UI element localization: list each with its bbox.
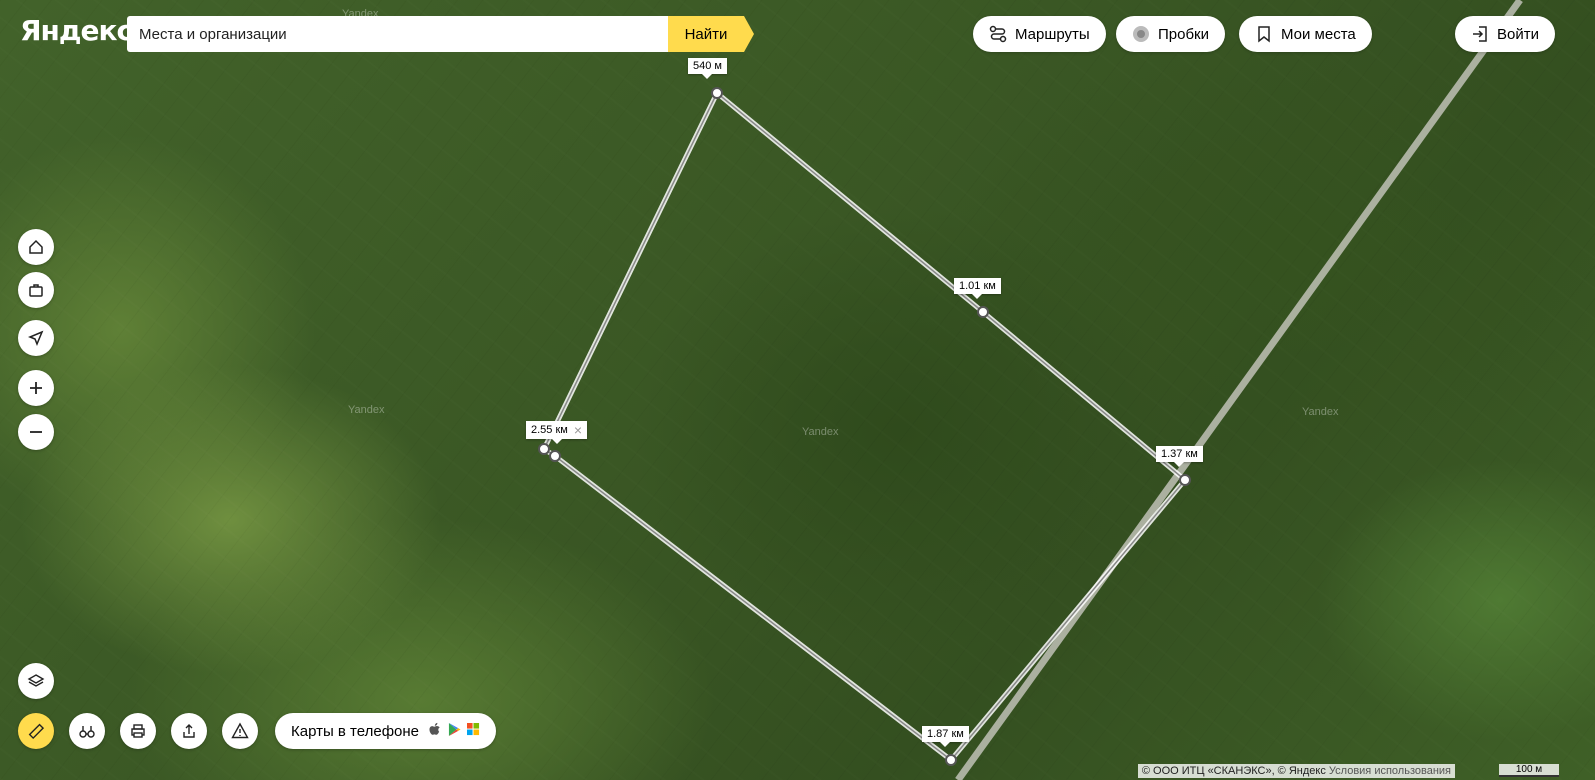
share-icon (183, 724, 195, 738)
routes-button[interactable]: Маршруты (973, 16, 1106, 52)
ruler-point (945, 754, 957, 766)
login-icon (1471, 25, 1489, 43)
layers-icon (27, 674, 45, 687)
warning-icon (231, 722, 249, 739)
ruler-icon (28, 723, 45, 740)
ruler-point (977, 306, 989, 318)
google-play-icon (448, 722, 461, 741)
minus-icon (30, 431, 42, 433)
ruler-label: 1.37 км (1156, 446, 1203, 467)
traffic-label: Пробки (1158, 25, 1209, 43)
routes-label: Маршруты (1015, 25, 1090, 43)
panorama-button[interactable] (69, 713, 105, 749)
ruler-point (1179, 474, 1191, 486)
scale-bar: 100 м (1499, 764, 1559, 777)
location-arrow-icon (28, 330, 44, 346)
ruler-label: 1.87 км (922, 726, 969, 747)
terms-link[interactable]: Условия использования (1329, 765, 1451, 777)
find-button[interactable]: Найти (668, 16, 754, 52)
ruler-label: 540 м (688, 58, 727, 79)
traffic-button[interactable]: Пробки (1116, 16, 1225, 52)
ruler-label-last: 2.55 км × (526, 421, 588, 444)
printer-icon (131, 724, 145, 738)
login-label: Войти (1497, 25, 1539, 43)
search-box[interactable] (127, 16, 668, 52)
ruler-point (711, 87, 723, 99)
binoculars-icon (79, 726, 95, 738)
copyright-text: © ООО ИТЦ «СКАНЭКС», © Яндекс (1141, 765, 1326, 777)
home-icon (29, 239, 43, 254)
zoom-in-button[interactable] (18, 370, 54, 406)
geolocation-button[interactable] (18, 320, 54, 356)
ruler-label: 1.01 км (954, 278, 1001, 299)
apple-icon (429, 722, 442, 741)
route-icon (989, 25, 1007, 43)
layers-button[interactable] (18, 663, 54, 699)
home-button[interactable] (18, 229, 54, 265)
my-places-button[interactable]: Мои места (1239, 16, 1372, 52)
work-button[interactable] (18, 272, 54, 308)
login-button[interactable]: Войти (1455, 16, 1555, 52)
plus-icon (30, 382, 42, 394)
close-icon[interactable]: × (574, 423, 582, 437)
ruler-path (538, 0, 1523, 780)
mobile-apps-label: Карты в телефоне (291, 722, 419, 740)
ruler-button[interactable] (18, 713, 54, 749)
report-error-button[interactable] (222, 713, 258, 749)
yandex-logo[interactable]: Яндекс (20, 14, 133, 47)
mobile-apps-button[interactable]: Карты в телефоне (275, 713, 496, 749)
search-input[interactable] (139, 25, 668, 43)
briefcase-icon (29, 284, 43, 297)
print-button[interactable] (120, 713, 156, 749)
zoom-out-button[interactable] (18, 414, 54, 450)
copyright-bar: © ООО ИТЦ «СКАНЭКС», © Яндекс Условия ис… (1137, 764, 1455, 778)
bookmark-icon (1255, 25, 1273, 43)
my-places-label: Мои места (1281, 25, 1356, 43)
ruler-point (549, 450, 561, 462)
windows-icon (467, 722, 480, 740)
ruler-point (538, 443, 550, 455)
traffic-icon (1132, 25, 1150, 43)
share-button[interactable] (171, 713, 207, 749)
